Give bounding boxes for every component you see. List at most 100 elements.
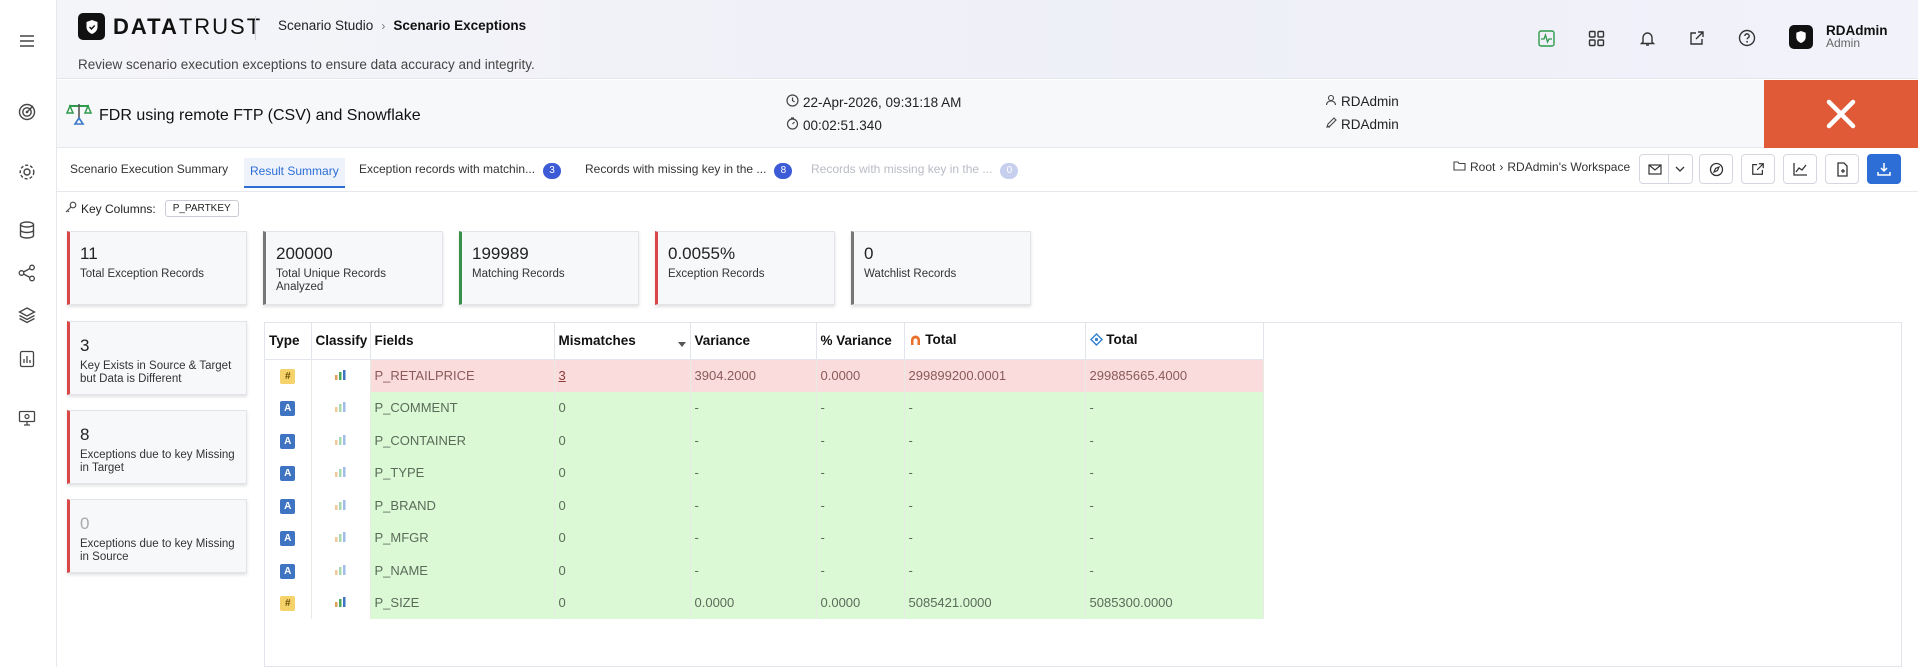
card-label: Key Exists in Source & Target but Data i… bbox=[80, 360, 232, 385]
table-row[interactable]: A P_NAME 0- - - - bbox=[265, 554, 1264, 587]
card-total-exception-records[interactable]: 11 Total Exception Records bbox=[67, 231, 247, 305]
card-label: Total Unique Records Analyzed bbox=[276, 268, 386, 293]
header-divider bbox=[255, 16, 256, 40]
run-datetime: 22-Apr-2026, 09:31:18 AM bbox=[786, 94, 961, 110]
cell-classify[interactable] bbox=[311, 359, 371, 392]
card-label: Exceptions due to key Missing in Source bbox=[80, 538, 235, 563]
col-classify[interactable]: Classify bbox=[311, 323, 371, 360]
database-icon[interactable] bbox=[16, 219, 38, 241]
cell-classify[interactable] bbox=[311, 489, 371, 522]
layers-icon[interactable] bbox=[16, 304, 38, 326]
mismatches-value: 0 bbox=[558, 432, 566, 448]
cell-variance: - bbox=[690, 391, 817, 424]
table-row[interactable]: A P_TYPE 0- - - - bbox=[265, 456, 1264, 489]
workspace-root: Root bbox=[1470, 160, 1496, 174]
tab-missing-key-target[interactable]: Records with missing key in the ... 8 bbox=[585, 162, 793, 192]
card-value: 0.0055% bbox=[668, 244, 736, 263]
cell-variance: - bbox=[690, 521, 817, 554]
download-button[interactable] bbox=[1867, 154, 1901, 184]
card-matching-records[interactable]: 199989 Matching Records bbox=[459, 231, 639, 305]
col-type[interactable]: Type bbox=[265, 323, 312, 360]
cell-type: # bbox=[265, 586, 312, 619]
bar-chart-icon bbox=[334, 465, 347, 480]
col-mismatches[interactable]: Mismatches bbox=[554, 323, 691, 360]
monitor-settings-icon[interactable] bbox=[16, 407, 38, 429]
cell-total-source: - bbox=[904, 554, 1086, 587]
col-total-source-label: Total bbox=[925, 332, 957, 348]
cell-classify[interactable] bbox=[311, 456, 371, 489]
col-variance[interactable]: Variance bbox=[690, 323, 817, 360]
chevron-down-icon bbox=[1675, 166, 1684, 172]
col-total-target[interactable]: Total bbox=[1085, 323, 1264, 360]
open-external-button[interactable] bbox=[1741, 154, 1775, 184]
shield-logo-icon bbox=[78, 13, 105, 40]
table-row[interactable]: A P_COMMENT 0- - - - bbox=[265, 391, 1264, 424]
report-icon[interactable] bbox=[16, 348, 38, 370]
col-total-source[interactable]: Total bbox=[904, 323, 1086, 360]
external-link-icon[interactable] bbox=[1686, 27, 1708, 49]
cell-total-source: - bbox=[904, 424, 1086, 457]
breadcrumb: Scenario Studio › Scenario Exceptions bbox=[278, 18, 526, 33]
col-fields[interactable]: Fields bbox=[370, 323, 555, 360]
table-row[interactable]: A P_BRAND 0- - - - bbox=[265, 489, 1264, 522]
mismatches-value[interactable]: 3 bbox=[559, 368, 566, 383]
line-chart-icon bbox=[1792, 163, 1807, 176]
col-pct-variance[interactable]: % Variance bbox=[816, 323, 905, 360]
close-button[interactable] bbox=[1764, 80, 1918, 148]
tab-result-summary[interactable]: Result Summary bbox=[244, 158, 345, 188]
cell-classify[interactable] bbox=[311, 391, 371, 424]
cell-classify[interactable] bbox=[311, 521, 371, 554]
created-by: RDAdmin bbox=[1325, 94, 1399, 109]
cell-variance: - bbox=[690, 489, 817, 522]
compass-icon bbox=[1709, 162, 1723, 176]
user-menu[interactable]: RDAdmin Admin bbox=[1789, 24, 1888, 50]
table-row[interactable]: # P_RETAILPRICE 3 3904.2000 0.0000 299899200.… bbox=[265, 359, 1264, 392]
col-total-target-label: Total bbox=[1106, 332, 1138, 348]
card-missing-in-target[interactable]: 8 Exceptions due to key Missing in Targe… bbox=[67, 410, 247, 484]
workflow-icon[interactable] bbox=[16, 262, 38, 284]
card-exception-records-pct[interactable]: 0.0055% Exception Records bbox=[655, 231, 835, 305]
bell-icon[interactable] bbox=[1636, 27, 1658, 49]
card-watchlist-records[interactable]: 0 Watchlist Records bbox=[851, 231, 1031, 305]
card-value: 11 bbox=[80, 244, 98, 263]
email-button[interactable] bbox=[1639, 154, 1693, 184]
target-icon[interactable] bbox=[16, 101, 38, 123]
workspace-path[interactable]: Root › RDAdmin's Workspace bbox=[1453, 160, 1630, 174]
hamburger-menu-icon[interactable] bbox=[16, 30, 38, 52]
cell-classify[interactable] bbox=[311, 554, 371, 587]
breadcrumb-scenario-studio[interactable]: Scenario Studio bbox=[278, 18, 373, 33]
trend-chart-button[interactable] bbox=[1783, 154, 1817, 184]
gear-icon[interactable] bbox=[16, 161, 38, 183]
tab-count-badge: 8 bbox=[774, 163, 793, 179]
activity-icon[interactable] bbox=[1535, 27, 1557, 49]
cell-classify[interactable] bbox=[311, 586, 371, 619]
help-icon[interactable] bbox=[1736, 27, 1758, 49]
card-total-unique-records[interactable]: 200000 Total Unique Records Analyzed bbox=[263, 231, 443, 305]
compass-button[interactable] bbox=[1699, 154, 1733, 184]
table-row[interactable]: A P_CONTAINER 0- - - - bbox=[265, 424, 1264, 457]
export-file-button[interactable] bbox=[1825, 154, 1859, 184]
bar-chart-icon bbox=[334, 498, 347, 513]
cell-mismatches: 0 bbox=[554, 391, 691, 424]
card-key-exists-data-different[interactable]: 3 Key Exists in Source & Target but Data… bbox=[67, 321, 247, 395]
cell-classify[interactable] bbox=[311, 424, 371, 457]
datatrust-logo[interactable]: DATATRUST bbox=[78, 13, 262, 40]
apps-grid-icon[interactable] bbox=[1585, 27, 1607, 49]
scenario-title: FDR using remote FTP (CSV) and Snowflake bbox=[99, 106, 421, 124]
balance-scale-icon bbox=[65, 100, 93, 131]
pencil-icon bbox=[1325, 117, 1337, 132]
cell-pct-variance: - bbox=[816, 391, 905, 424]
string-type-icon: A bbox=[280, 563, 296, 579]
bar-chart-icon bbox=[334, 595, 347, 610]
source-db-icon bbox=[909, 333, 922, 349]
cell-total-target: 5085300.0000 bbox=[1085, 586, 1264, 619]
mail-icon bbox=[1647, 163, 1662, 175]
tab-scenario-execution-summary[interactable]: Scenario Execution Summary bbox=[70, 162, 228, 192]
tab-exception-records-matching[interactable]: Exception records with matchin... 3 bbox=[359, 162, 562, 192]
table-row[interactable]: # P_SIZE 0 0.0000 0.0000 5085421.0000 5085300.… bbox=[265, 586, 1264, 619]
sort-desc-icon[interactable] bbox=[677, 336, 686, 351]
mismatches-value: 0 bbox=[558, 400, 566, 416]
card-label: Exception Records bbox=[668, 268, 765, 280]
cell-mismatches[interactable]: 3 bbox=[554, 359, 691, 392]
table-row[interactable]: A P_MFGR 0- - - - bbox=[265, 521, 1264, 554]
